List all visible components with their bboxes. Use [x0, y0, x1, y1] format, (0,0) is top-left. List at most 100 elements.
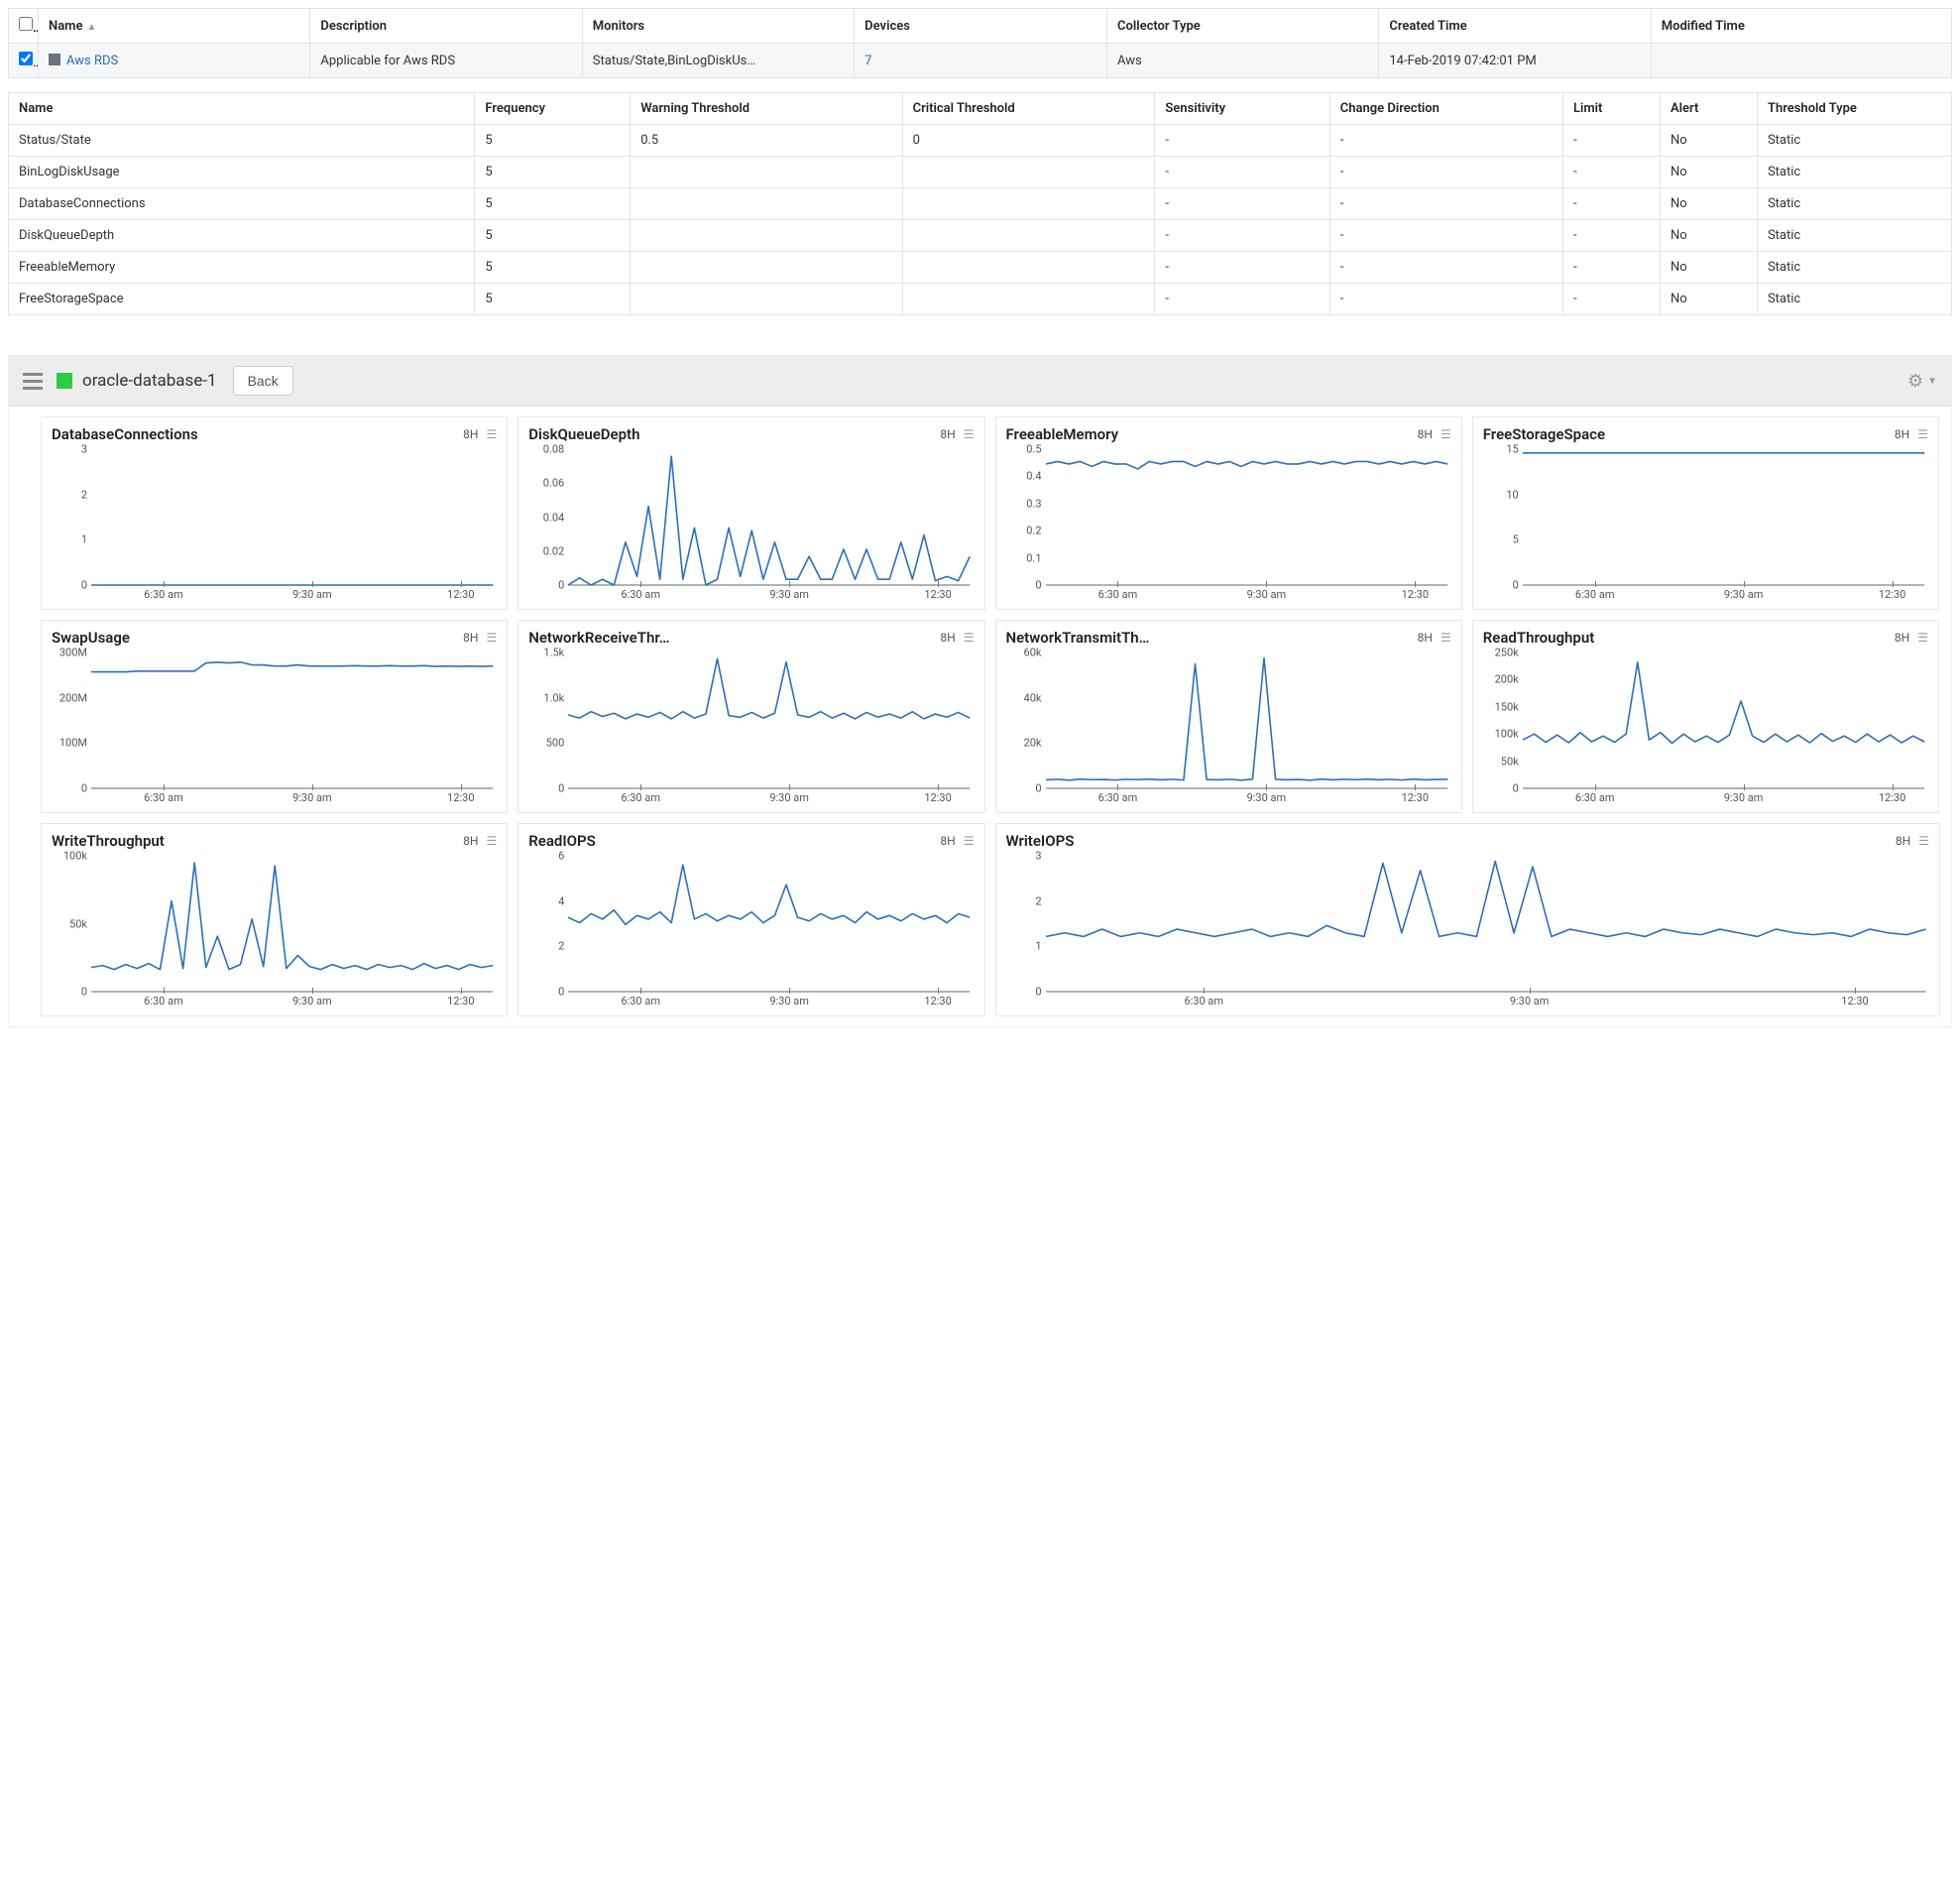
y-tick: 0.2 [1026, 525, 1041, 537]
cell-name: FreeableMemory [9, 252, 475, 284]
gear-icon[interactable]: ⚙ [1907, 371, 1923, 392]
y-tick: 500 [546, 737, 565, 750]
y-tick: 0 [1035, 986, 1041, 999]
x-tick: 9:30 am [1247, 791, 1287, 804]
chart-panel: FreeStorageSpace8H☰0510156:30 am9:30 am1… [1472, 416, 1939, 610]
y-tick: 300M [59, 647, 87, 659]
chart-title: WriteThroughput [52, 832, 463, 850]
cell-alert: No [1660, 157, 1757, 188]
select-all-checkbox[interactable] [19, 17, 33, 31]
cell-name: FreeStorageSpace [9, 284, 475, 315]
time-range-label[interactable]: 8H [1418, 631, 1433, 645]
chart-menu-icon[interactable]: ☰ [1441, 631, 1451, 645]
resource-name-link[interactable]: Aws RDS [66, 54, 118, 68]
x-tick: 6:30 am [144, 995, 183, 1007]
time-range-label[interactable]: 8H [463, 631, 478, 645]
y-tick: 50k [1501, 755, 1519, 768]
table-row[interactable]: DatabaseConnections5---NoStatic [9, 188, 1952, 220]
table-row[interactable]: DiskQueueDepth5---NoStatic [9, 220, 1952, 252]
detail-col-4[interactable]: Sensitivity [1155, 93, 1329, 125]
col-monitors[interactable]: Monitors [582, 9, 854, 44]
y-tick: 0 [1513, 782, 1519, 795]
y-tick: 0.08 [543, 443, 564, 456]
y-tick: 150k [1495, 700, 1519, 713]
x-tick: 6:30 am [1575, 588, 1615, 601]
detail-col-3[interactable]: Critical Threshold [902, 93, 1155, 125]
col-description[interactable]: Description [310, 9, 582, 44]
cell-crit [902, 188, 1155, 220]
y-tick: 10 [1506, 488, 1518, 501]
resource-icon [49, 54, 60, 65]
y-tick: 1 [81, 533, 87, 546]
chart-menu-icon[interactable]: ☰ [964, 427, 975, 441]
cell-limit: - [1562, 188, 1660, 220]
chart-menu-icon[interactable]: ☰ [964, 631, 975, 645]
cell-name: DatabaseConnections [9, 188, 475, 220]
chart-panel: NetworkTransmitTh…8H☰020k40k60k6:30 am9:… [995, 620, 1462, 813]
y-tick: 100k [1495, 728, 1519, 741]
time-range-label[interactable]: 8H [1895, 631, 1909, 645]
detail-col-5[interactable]: Change Direction [1329, 93, 1562, 125]
cell-modified-time [1651, 44, 1951, 78]
chart-menu-icon[interactable]: ☰ [486, 427, 497, 441]
table-row[interactable]: FreeStorageSpace5---NoStatic [9, 284, 1952, 315]
chart-title: NetworkTransmitTh… [1006, 629, 1418, 647]
devices-link[interactable]: 7 [865, 54, 871, 68]
chart-menu-icon[interactable]: ☰ [1917, 631, 1928, 645]
time-range-label[interactable]: 8H [463, 427, 478, 441]
menu-icon[interactable] [23, 373, 43, 389]
detail-col-2[interactable]: Warning Threshold [631, 93, 902, 125]
status-indicator [57, 373, 72, 389]
y-tick: 4 [558, 894, 564, 907]
chart-menu-icon[interactable]: ☰ [1917, 427, 1928, 441]
chart-menu-icon[interactable]: ☰ [1441, 427, 1451, 441]
time-range-label[interactable]: 8H [940, 427, 955, 441]
table-row[interactable]: FreeableMemory5---NoStatic [9, 252, 1952, 284]
back-button[interactable]: Back [233, 366, 293, 396]
time-range-label[interactable]: 8H [940, 631, 955, 645]
y-tick: 200M [59, 691, 87, 704]
time-range-label[interactable]: 8H [463, 834, 478, 848]
detail-col-7[interactable]: Alert [1660, 93, 1757, 125]
col-collector-type[interactable]: Collector Type [1106, 9, 1378, 44]
table-row[interactable]: BinLogDiskUsage5---NoStatic [9, 157, 1952, 188]
col-created-time[interactable]: Created Time [1379, 9, 1651, 44]
time-range-label[interactable]: 8H [1895, 427, 1909, 441]
select-all-cell[interactable] [9, 9, 39, 44]
cell-warn: 0.5 [631, 125, 902, 157]
x-tick: 12:30 [447, 791, 474, 804]
table-row[interactable]: Aws RDS Applicable for Aws RDS Status/St… [9, 44, 1952, 78]
time-range-label[interactable]: 8H [1418, 427, 1433, 441]
row-checkbox[interactable] [19, 52, 33, 65]
y-tick: 60k [1024, 647, 1042, 659]
time-range-label[interactable]: 8H [940, 834, 955, 848]
cell-type: Static [1757, 252, 1951, 284]
chart-menu-icon[interactable]: ☰ [486, 834, 497, 848]
cell-crit [902, 220, 1155, 252]
y-tick: 200k [1495, 673, 1519, 686]
cell-alert: No [1660, 125, 1757, 157]
detail-col-8[interactable]: Threshold Type [1757, 93, 1951, 125]
chart-menu-icon[interactable]: ☰ [964, 834, 975, 848]
col-name[interactable]: Name▲ [39, 9, 310, 44]
col-devices[interactable]: Devices [855, 9, 1107, 44]
y-tick: 100k [63, 850, 87, 863]
detail-col-6[interactable]: Limit [1562, 93, 1660, 125]
x-tick: 9:30 am [769, 995, 809, 1007]
cell-chg: - [1329, 284, 1562, 315]
table-row[interactable]: Status/State50.50---NoStatic [9, 125, 1952, 157]
caret-down-icon[interactable]: ▼ [1927, 376, 1937, 387]
chart-menu-icon[interactable]: ☰ [486, 631, 497, 645]
time-range-label[interactable]: 8H [1896, 834, 1910, 848]
y-tick: 0.5 [1026, 443, 1041, 456]
y-tick: 0 [558, 986, 564, 999]
cell-limit: - [1562, 284, 1660, 315]
detail-col-0[interactable]: Name [9, 93, 475, 125]
cell-name: DiskQueueDepth [9, 220, 475, 252]
col-modified-time[interactable]: Modified Time [1651, 9, 1951, 44]
dashboard-title: oracle-database-1 [82, 371, 217, 391]
detail-col-1[interactable]: Frequency [475, 93, 631, 125]
chart-menu-icon[interactable]: ☰ [1918, 834, 1929, 848]
cell-crit [902, 157, 1155, 188]
cell-created-time: 14-Feb-2019 07:42:01 PM [1379, 44, 1651, 78]
